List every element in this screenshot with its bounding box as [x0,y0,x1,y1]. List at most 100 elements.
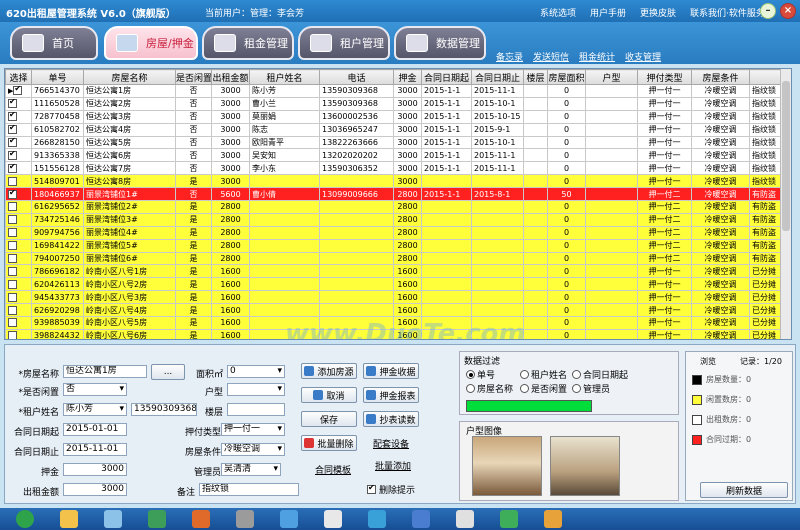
table-row[interactable]: 151556128恒达公寓7房否3000李小东13590306352300020… [5,161,784,176]
tab-house-deposit[interactable]: 房屋/押金 [104,26,198,60]
link-income-expense[interactable]: 收支管理 [625,50,661,63]
house-name-field[interactable]: 恒达公寓1房 [63,365,147,378]
column-header[interactable]: 房屋名称 [83,69,176,85]
link-send-sms[interactable]: 发送短信 [533,50,569,63]
app-icon[interactable] [324,510,342,528]
link-memo[interactable]: 备忘录 [496,50,523,63]
row-select-cell[interactable] [5,122,32,137]
tab-home[interactable]: 首页 [10,26,98,60]
table-row[interactable]: 111650528恒达公寓2房否3000曹小兰13590309368300020… [5,96,784,111]
cancel-button[interactable]: 取消 [301,387,357,403]
row-select-cell[interactable] [5,225,32,240]
tab-tenant-management[interactable]: 租户管理 [298,26,390,60]
table-row[interactable]: 794007250 丽景湾铺位6# 是 2800 2800 0 押一付二 冷暖空调 有防盗 [5,251,784,266]
app-icon[interactable] [456,510,474,528]
contract-template-link[interactable]: 合同模板 [315,463,351,476]
folder-icon[interactable] [60,510,78,528]
more-button[interactable]: ... [151,364,185,380]
link-user-manual[interactable]: 用户手册 [590,6,626,19]
row-select-cell[interactable] [5,135,32,150]
table-row[interactable]: 728770458恒达公寓3房否3000莫丽娟13600002536300020… [5,109,784,124]
row-select-cell[interactable] [5,238,32,253]
add-house-button[interactable]: 添加房源 [301,363,357,379]
tab-data-management[interactable]: 数据管理 [394,26,486,60]
layout-select[interactable] [227,383,285,396]
row-select-cell[interactable] [5,96,32,111]
row-checkbox[interactable] [8,189,17,199]
table-row[interactable]: 610582702恒达公寓4房否3000陈志130369652473000201… [5,122,784,137]
close-icon[interactable]: × [780,3,796,19]
deposit-receipt-button[interactable]: 押金收据 [363,363,419,379]
table-row[interactable]: 786696182 岭南小区八号1房是 1600 1600 0 押一付一 冷暖空调 已分摊 [5,264,784,279]
row-checkbox[interactable] [8,163,17,173]
column-header[interactable]: 选择 [5,69,32,85]
table-row[interactable]: 945433773 岭南小区八号3房是 1600 1600 0 押一付一 冷暖空调 已分摊 [5,290,784,305]
condition-select[interactable]: 冷暖空调 [221,443,285,456]
row-checkbox[interactable] [8,176,17,186]
link-contact-us[interactable]: 联系我们·软件服务 [690,6,765,19]
filter-option[interactable]: 房屋名称 [466,382,513,395]
save-button[interactable]: 保存 [301,411,357,427]
filter-option[interactable]: 是否闲置 [520,382,567,395]
row-checkbox[interactable] [8,124,17,135]
app-icon[interactable] [412,510,430,528]
table-scrollbar[interactable] [780,69,791,339]
row-select-cell[interactable] [5,264,32,279]
table-row[interactable]: 620426113 岭南小区八号2房是 1600 1600 0 押一付一 冷暖空调 已分摊 [5,277,784,292]
table-row[interactable]: 734725146 丽景湾铺位3# 是 2800 2800 0 押一付二 冷暖空调 有防盗 [5,212,784,227]
vacant-select[interactable]: 否 [63,383,127,396]
row-checkbox[interactable] [8,215,17,225]
meter-reading-button[interactable]: 抄表读数 [363,411,419,427]
app-icon[interactable] [544,510,562,528]
start-icon[interactable] [16,510,34,528]
row-checkbox[interactable] [8,292,17,302]
radio-button[interactable] [572,384,581,393]
row-select-cell[interactable] [5,200,32,214]
radio-button[interactable] [466,384,475,393]
row-checkbox[interactable] [13,85,23,96]
radio-button[interactable] [520,370,529,379]
app-icon[interactable] [236,510,254,528]
column-header[interactable]: 租户姓名 [249,69,320,85]
app-icon[interactable] [192,510,210,528]
floor-field[interactable] [227,403,285,416]
column-header[interactable] [749,69,784,85]
column-header[interactable]: 房屋条件 [691,69,750,85]
link-rent-stats[interactable]: 租金统计 [579,50,615,63]
row-select-cell[interactable]: ▶ [5,84,32,98]
pay-type-select[interactable]: 押一付一 [221,423,285,436]
row-select-cell[interactable] [5,148,32,163]
radio-button[interactable] [466,370,475,379]
row-checkbox[interactable] [8,318,17,328]
table-row[interactable]: 398824432 岭南小区八号6房是 1600 1600 0 押一付一 冷暖空调 已分摊 [5,328,784,339]
table-row[interactable]: 616295652 丽景湾铺位2# 是 2800 2800 0 押一付二 冷暖空调 有防盗 [5,200,784,214]
column-header[interactable]: 合同日期止 [471,69,524,85]
row-checkbox[interactable] [8,111,17,122]
row-select-cell[interactable] [5,303,32,318]
row-checkbox[interactable] [8,279,17,289]
column-header[interactable]: 押金 [393,69,422,85]
row-select-cell[interactable] [5,109,32,124]
table-row[interactable]: 180466937丽景湾铺位1#否5600曹小倩1309900966628002… [5,187,784,202]
link-system-options[interactable]: 系统选项 [540,6,576,19]
row-select-cell[interactable] [5,251,32,266]
row-checkbox[interactable] [8,228,17,238]
radio-button[interactable] [572,370,581,379]
minimize-icon[interactable]: – [760,3,776,19]
contract-end-field[interactable]: 2015-11-01 [63,443,127,456]
scrollbar-thumb[interactable] [782,81,790,231]
tenant-select[interactable]: 陈小芳 [63,403,127,416]
row-select-cell[interactable] [5,212,32,227]
app-icon[interactable] [368,510,386,528]
table-row[interactable]: 909794756 丽景湾铺位4# 是 2800 2800 0 押一付二 冷暖空调 有防盗 [5,225,784,240]
row-checkbox[interactable] [8,254,17,264]
refresh-data-button[interactable]: 刷新数据 [700,482,788,498]
row-checkbox[interactable] [8,137,17,147]
filter-search-input[interactable] [466,400,592,412]
filter-option[interactable]: 单号 [466,368,495,381]
room-photo-2[interactable] [550,436,620,496]
row-checkbox[interactable] [8,266,17,276]
column-header[interactable]: 合同日期起 [421,69,472,85]
row-select-cell[interactable] [5,316,32,330]
radio-button[interactable] [520,384,529,393]
